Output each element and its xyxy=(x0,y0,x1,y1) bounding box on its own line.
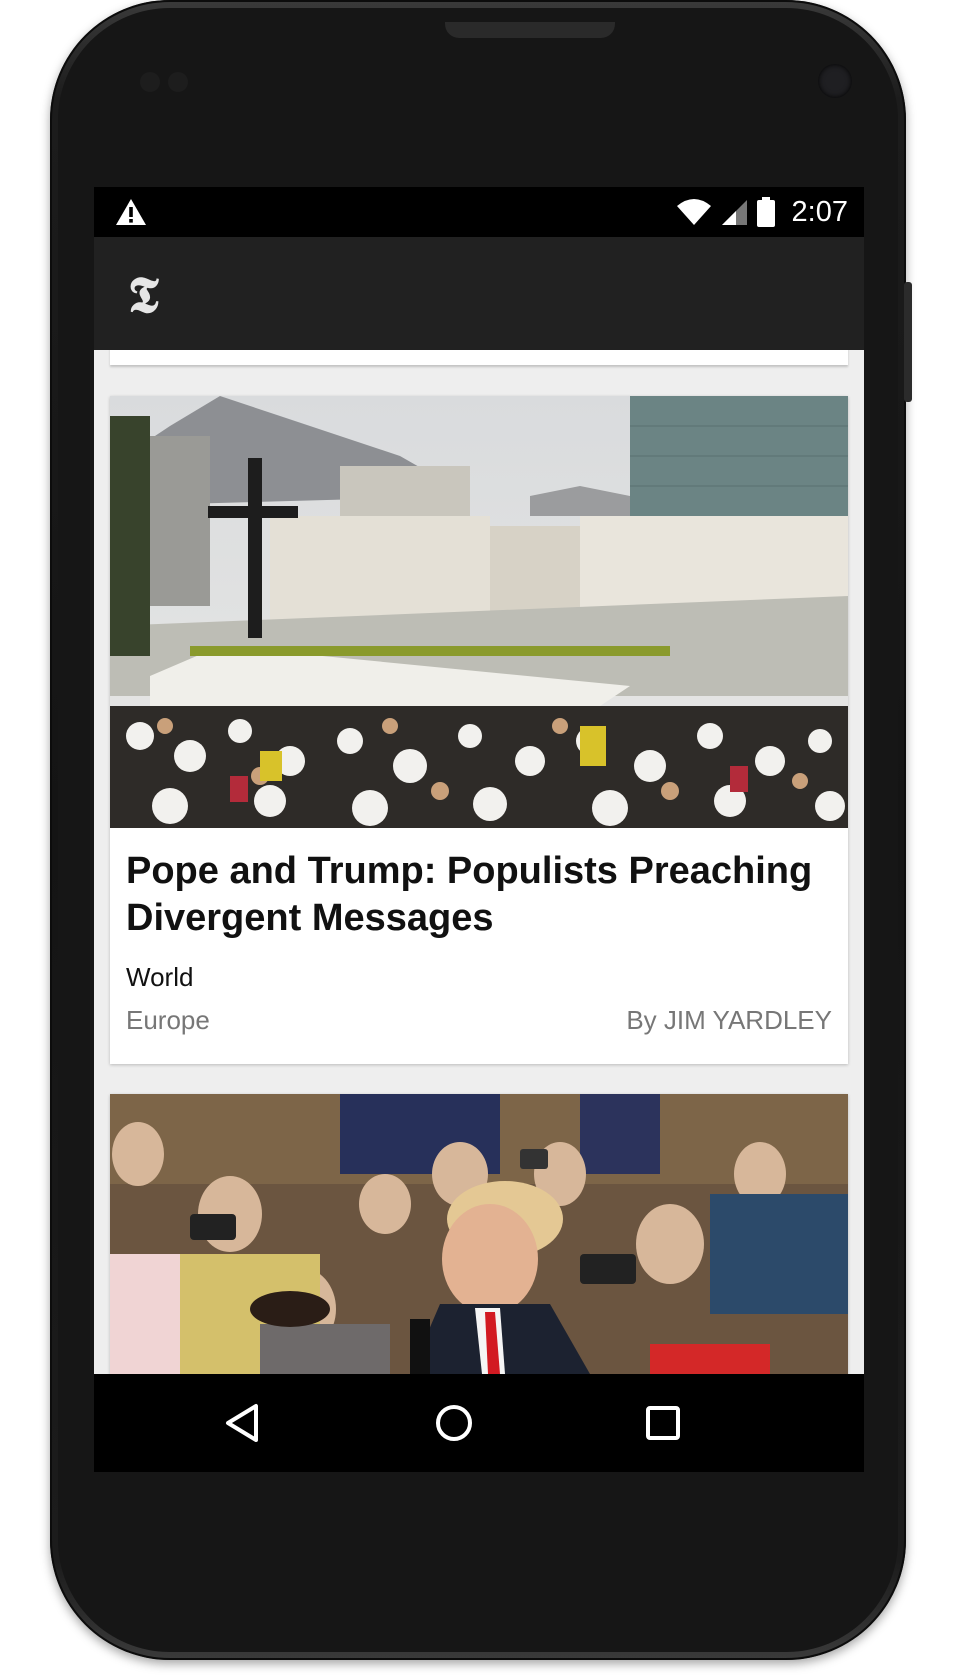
proximity-sensor xyxy=(140,72,160,92)
article-feed[interactable]: Pope and Trump: Populists Preaching Dive… xyxy=(94,350,864,1374)
system-nav-bar xyxy=(94,1374,864,1472)
recents-icon[interactable] xyxy=(638,1398,688,1448)
article-section: World xyxy=(126,962,194,992)
rally-crowd-photo[interactable] xyxy=(110,1094,848,1374)
cell-signal-icon xyxy=(721,200,747,225)
crowd-at-mass-photo[interactable] xyxy=(110,396,848,828)
article-card[interactable] xyxy=(110,1094,848,1374)
article-card[interactable]: Pope and Trump: Populists Preaching Dive… xyxy=(110,396,848,1064)
back-icon[interactable] xyxy=(218,1398,268,1448)
warning-icon xyxy=(116,199,146,225)
status-bar: 2:07 xyxy=(94,187,864,237)
power-button xyxy=(904,282,912,402)
front-camera xyxy=(818,64,852,98)
article-headline[interactable]: Pope and Trump: Populists Preaching Dive… xyxy=(126,848,826,942)
earpiece-speaker xyxy=(445,22,615,38)
status-clock: 2:07 xyxy=(791,195,848,228)
wifi-icon xyxy=(676,199,711,225)
home-icon[interactable] xyxy=(429,1398,479,1448)
status-icons: 2:07 xyxy=(676,187,848,237)
previous-article-card[interactable] xyxy=(110,350,848,365)
article-subsection: Europe xyxy=(126,1005,210,1035)
battery-icon xyxy=(756,197,775,227)
screen: 2:07 𝕿 Pope and Trump: Populists Preachi… xyxy=(94,187,864,1472)
app-bar: 𝕿 xyxy=(94,237,864,350)
article-byline: By JIM YARDLEY xyxy=(626,1005,832,1035)
light-sensor xyxy=(168,72,188,92)
nyt-logo[interactable]: 𝕿 xyxy=(128,265,159,325)
